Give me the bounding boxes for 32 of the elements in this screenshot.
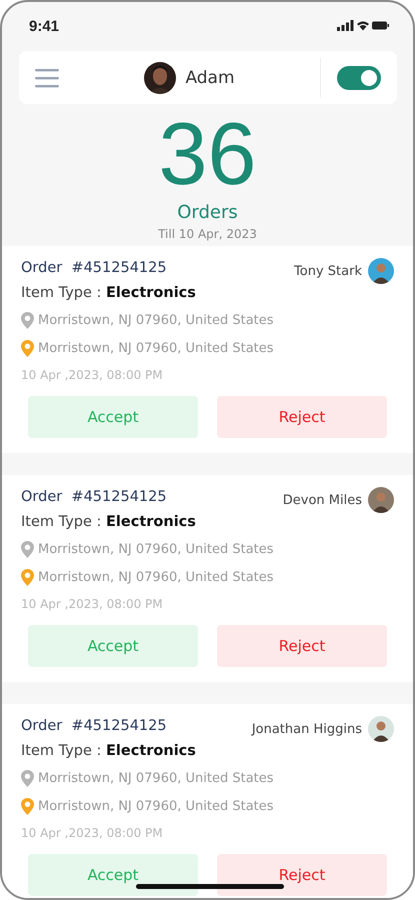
order-number: Order #451254125 xyxy=(21,718,167,734)
orders-label: Orders xyxy=(177,202,238,223)
user-name: Adam xyxy=(185,68,235,88)
customer-name: Jonathan Higgins xyxy=(252,722,362,736)
toggle-switch[interactable] xyxy=(337,66,381,90)
accept-button[interactable]: Accept xyxy=(28,854,198,896)
item-type-text: Item Type : Electronics xyxy=(21,285,197,301)
customer-name: Devon Miles xyxy=(282,492,362,508)
order-date: 10 Apr ,2023, 08:00 PM xyxy=(21,826,164,840)
order-number: Order #451254125 xyxy=(21,260,167,276)
reject-button[interactable]: Reject xyxy=(217,625,387,667)
customer-name: Tony Stark xyxy=(294,264,362,278)
order-number: Order #451254125 xyxy=(21,489,167,505)
status-icons xyxy=(337,19,389,33)
address-text: Morristown, NJ 07960, United States xyxy=(38,341,274,356)
address-text: Morristown, NJ 07960, United States xyxy=(38,799,274,814)
reject-button[interactable]: Reject xyxy=(217,854,387,896)
address-text: Morristown, NJ 07960, United States xyxy=(38,570,274,585)
address-text: Morristown, NJ 07960, United States xyxy=(38,771,274,786)
address-text: Morristown, NJ 07960, United States xyxy=(38,313,274,328)
order-date: 10 Apr ,2023, 08:00 PM xyxy=(21,368,164,382)
period-text: Till 10 Apr, 2023 xyxy=(158,227,257,241)
accept-button[interactable]: Accept xyxy=(28,625,198,667)
accept-button[interactable]: Accept xyxy=(28,396,198,438)
reject-button[interactable]: Reject xyxy=(217,396,387,438)
status-time: 9:41 xyxy=(29,18,60,34)
item-type-text: Item Type : Electronics xyxy=(21,514,197,530)
order-date: 10 Apr ,2023, 08:00 PM xyxy=(21,597,164,611)
order-count: 36 xyxy=(158,110,256,198)
address-text: Morristown, NJ 07960, United States xyxy=(38,542,274,557)
item-type-text: Item Type : Electronics xyxy=(21,743,197,759)
menu-icon[interactable] xyxy=(35,68,59,88)
